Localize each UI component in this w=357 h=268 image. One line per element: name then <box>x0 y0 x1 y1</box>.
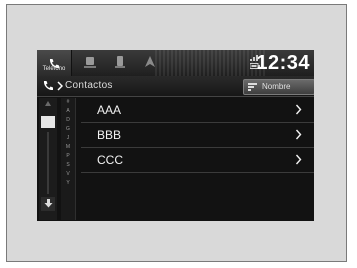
chevron-right-icon <box>57 81 63 91</box>
phone-tab[interactable]: Teléfono <box>37 50 72 76</box>
index-letter[interactable]: A <box>61 107 75 116</box>
sort-icon <box>248 83 257 91</box>
sort-button[interactable]: Nombre <box>243 79 314 95</box>
index-letter[interactable]: P <box>61 152 75 161</box>
audio-tab[interactable] <box>77 50 103 76</box>
phone-tab-label: Teléfono <box>42 66 66 72</box>
scroll-down-button[interactable] <box>41 197 55 211</box>
scroll-up-icon[interactable] <box>44 100 52 108</box>
alphabet-index[interactable]: # A D G J M P S V Y <box>61 98 76 220</box>
audio-icon <box>84 57 96 68</box>
status-bar-pattern <box>155 50 265 76</box>
scrollbar[interactable] <box>39 98 57 220</box>
sort-button-label: Nombre <box>262 82 291 91</box>
index-letter[interactable]: G <box>61 125 75 134</box>
contact-name: CCC <box>97 153 123 167</box>
scroll-track[interactable] <box>47 132 49 194</box>
index-letter[interactable]: # <box>61 98 75 107</box>
contact-list-item[interactable]: CCC <box>81 148 314 173</box>
header-bar: Contactos Nombre <box>37 76 314 97</box>
contact-list-item[interactable]: BBB <box>81 123 314 148</box>
contact-name: BBB <box>97 128 122 142</box>
chevron-right-icon <box>295 154 302 165</box>
index-letter[interactable]: M <box>61 143 75 152</box>
index-letter[interactable]: Y <box>61 179 75 188</box>
index-letter[interactable]: J <box>61 134 75 143</box>
media-tab[interactable] <box>107 50 133 76</box>
phone-icon[interactable] <box>42 80 54 92</box>
scroll-thumb[interactable] <box>41 116 55 128</box>
chevron-right-icon <box>295 104 302 115</box>
index-letter[interactable]: V <box>61 170 75 179</box>
status-bar: Teléfono 12:34 <box>37 50 314 76</box>
index-letter[interactable]: S <box>61 161 75 170</box>
contact-name: AAA <box>97 103 122 117</box>
figure-frame: Teléfono 12:34 Contactos Nombre # A D G … <box>6 4 347 262</box>
contact-list-item[interactable]: AAA <box>81 98 314 123</box>
media-icon <box>115 56 125 68</box>
index-letter[interactable]: D <box>61 116 75 125</box>
scroll-down-icon <box>44 199 52 208</box>
page-title: Contactos <box>65 80 113 91</box>
navigation-screen: Teléfono 12:34 Contactos Nombre # A D G … <box>37 50 314 221</box>
clock: 12:34 <box>256 52 310 74</box>
chevron-right-icon <box>295 129 302 140</box>
contact-list: AAA BBB CCC <box>81 98 314 173</box>
